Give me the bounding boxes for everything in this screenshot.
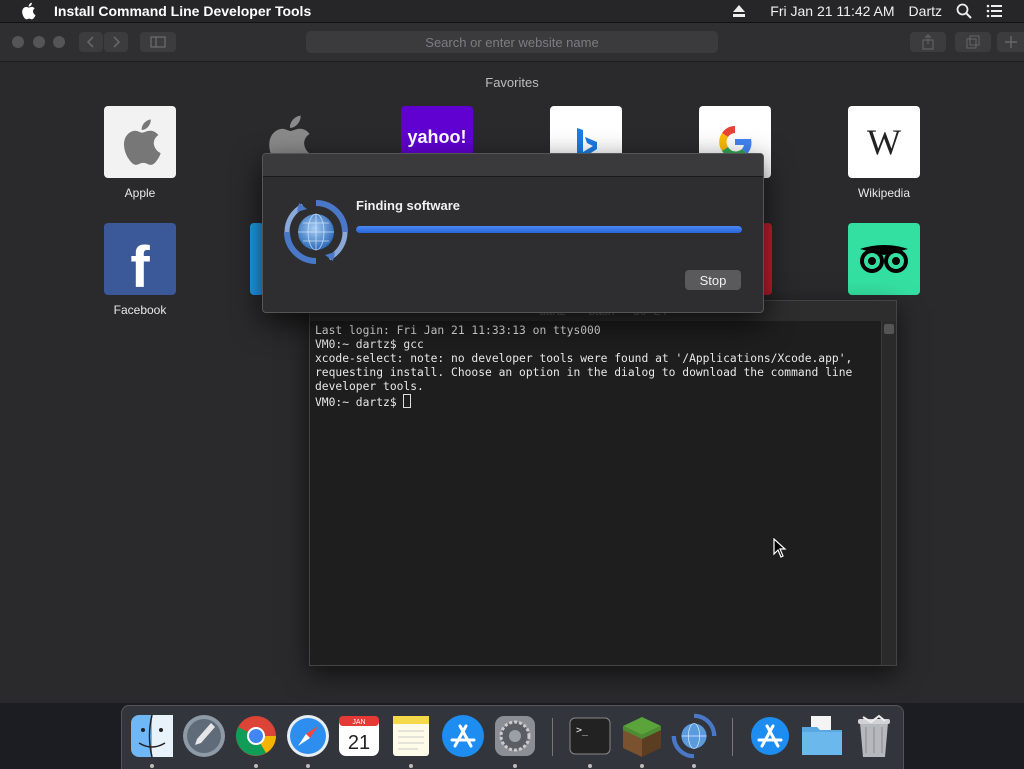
zoom-window-button[interactable] <box>53 36 65 48</box>
active-app-name[interactable]: Install Command Line Developer Tools <box>54 3 311 19</box>
terminal-prompt: VM0:~ dartz$ <box>315 396 404 409</box>
spotlight-search-icon[interactable] <box>956 3 972 19</box>
menu-clock[interactable]: Fri Jan 21 11:42 AM <box>770 3 894 19</box>
dock-separator <box>732 718 733 756</box>
terminal-line: xcode-select: note: no developer tools w… <box>315 352 853 365</box>
eject-icon[interactable] <box>732 5 746 17</box>
running-indicator <box>588 764 592 768</box>
svg-text:>_: >_ <box>576 725 589 736</box>
forward-button[interactable] <box>104 32 128 52</box>
new-tab-button[interactable] <box>997 32 1024 52</box>
terminal-window[interactable]: dartz — -bash — 80×24 Last login: Fri Ja… <box>309 300 897 666</box>
tabs-icon <box>966 35 980 49</box>
running-indicator <box>254 764 258 768</box>
launchpad-icon[interactable] <box>181 713 227 759</box>
yahoo-logo-icon: yahoo! <box>407 126 467 147</box>
stop-button[interactable]: Stop <box>685 270 741 290</box>
software-update-icon[interactable] <box>671 713 717 759</box>
facebook-logo-icon: f <box>130 234 150 296</box>
system-preferences-icon[interactable] <box>492 713 538 759</box>
wikipedia-logo-icon: W <box>867 122 901 162</box>
favorites-heading: Favorites <box>485 75 539 90</box>
favorite-wikipedia[interactable]: W Wikipedia <box>834 106 934 200</box>
calendar-month: JAN <box>352 719 365 726</box>
terminal-line: requesting install. Choose an option in … <box>315 366 853 379</box>
chevron-right-icon <box>113 36 121 48</box>
dock: JAN 21 >_ <box>121 705 904 769</box>
favorite-label: Wikipedia <box>857 186 911 200</box>
terminal-icon[interactable]: >_ <box>567 713 613 759</box>
plus-icon <box>1004 36 1017 48</box>
favorite-label: Facebook <box>113 303 167 317</box>
dock-separator <box>552 718 553 756</box>
minecraft-icon[interactable] <box>619 713 665 759</box>
notification-center-icon[interactable] <box>986 3 1002 19</box>
address-bar[interactable]: Search or enter website name <box>306 31 718 53</box>
calendar-icon[interactable]: JAN 21 <box>336 713 382 759</box>
apple-logo-icon <box>123 119 161 165</box>
minimize-window-button[interactable] <box>33 36 45 48</box>
notes-icon[interactable] <box>388 713 434 759</box>
calendar-day: 21 <box>348 732 370 754</box>
terminal-scrollbar[interactable] <box>881 321 896 665</box>
terminal-line: VM0:~ dartz$ gcc <box>315 338 424 351</box>
sidebar-toggle-button[interactable] <box>140 32 176 52</box>
apple-menu-icon[interactable] <box>20 2 36 20</box>
software-update-icon <box>284 200 348 264</box>
mouse-pointer-icon <box>773 538 787 558</box>
safari-toolbar: Search or enter website name <box>0 23 1024 62</box>
tab-overview-button[interactable] <box>955 32 991 52</box>
terminal-line: developer tools. <box>315 380 424 393</box>
chrome-icon[interactable] <box>233 713 279 759</box>
share-button[interactable] <box>910 32 946 52</box>
menu-bar: Install Command Line Developer Tools Fri… <box>0 0 1024 23</box>
scroll-options-button[interactable] <box>884 324 894 334</box>
safari-icon[interactable] <box>285 713 331 759</box>
progress-fill <box>356 226 742 233</box>
running-indicator <box>150 764 154 768</box>
terminal-output[interactable]: Last login: Fri Jan 21 11:33:13 on ttys0… <box>315 324 880 410</box>
running-indicator <box>692 764 696 768</box>
tripadvisor-logo-icon <box>860 245 908 273</box>
chevron-left-icon <box>86 36 94 48</box>
sidebar-icon <box>150 36 166 48</box>
favorite-label: Apple <box>124 186 156 200</box>
dialog-titlebar[interactable] <box>263 154 763 177</box>
documents-folder-icon[interactable] <box>799 713 845 759</box>
menu-user[interactable]: Dartz <box>909 3 942 19</box>
favorite-apple[interactable]: Apple <box>90 106 190 200</box>
back-button[interactable] <box>79 32 103 52</box>
dialog-status: Finding software <box>356 198 460 213</box>
favorite-tripadvisor[interactable] <box>834 223 934 295</box>
close-window-button[interactable] <box>12 36 24 48</box>
app-store-folder-icon[interactable] <box>747 713 793 759</box>
progress-bar <box>356 226 742 233</box>
favorite-facebook[interactable]: f Facebook <box>90 223 190 317</box>
finder-icon[interactable] <box>129 713 175 759</box>
install-dialog: Finding software Stop <box>262 153 764 313</box>
share-icon <box>922 34 934 50</box>
running-indicator <box>513 764 517 768</box>
trash-icon[interactable] <box>851 713 897 759</box>
running-indicator <box>409 764 413 768</box>
running-indicator <box>306 764 310 768</box>
address-placeholder: Search or enter website name <box>425 34 599 50</box>
text-cursor <box>403 394 412 408</box>
terminal-line: Last login: Fri Jan 21 11:33:13 on ttys0… <box>315 324 601 337</box>
running-indicator <box>640 764 644 768</box>
app-store-icon[interactable] <box>440 713 486 759</box>
